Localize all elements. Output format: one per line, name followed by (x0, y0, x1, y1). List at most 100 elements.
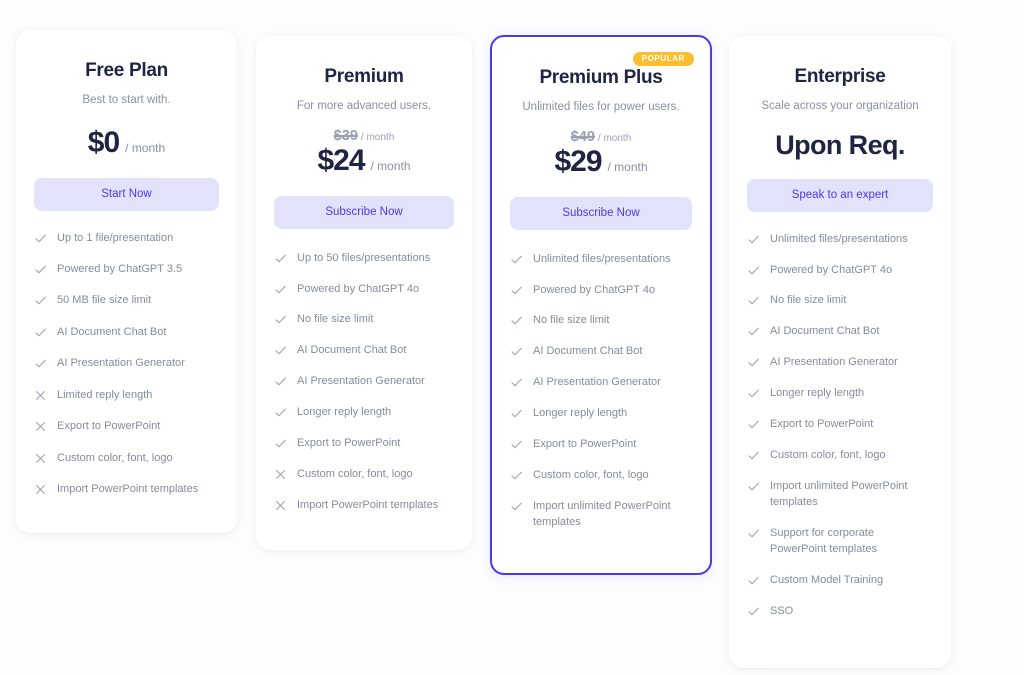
feature-label: Import PowerPoint templates (57, 483, 199, 496)
check-icon (510, 345, 523, 358)
feature-label: AI Presentation Generator (770, 356, 898, 369)
pricing-card-premium: Premium For more advanced users. $39/ mont… (256, 36, 472, 550)
feature-item: AI Document Chat Bot (747, 324, 933, 340)
feature-item: AI Document Chat Bot (274, 343, 454, 359)
check-icon (274, 375, 287, 388)
feature-item: No file size limit (510, 313, 692, 329)
feature-label: Support for corporate PowerPoint templat… (770, 526, 877, 555)
feature-list-free: Up to 1 file/presentation Powered by Chat… (34, 231, 219, 498)
feature-item: Longer reply length (510, 406, 692, 422)
pricing-card-enterprise: Enterprise Scale across your organization… (729, 36, 951, 668)
feature-item: Import unlimited PowerPoint templates (510, 499, 692, 531)
cross-icon (34, 420, 47, 433)
current-price: $29 (554, 144, 602, 178)
pricing-card-free: Free Plan Best to start with. $0 / month Sta… (16, 30, 237, 533)
plan-name-enterprise: Enterprise (794, 66, 886, 87)
feature-label: No file size limit (533, 314, 610, 327)
check-icon (34, 263, 47, 276)
feature-list-premium-plus: Unlimited files/presentations Powered by … (510, 252, 692, 531)
current-price: $24 (317, 143, 365, 177)
feature-label: Import PowerPoint templates (297, 499, 439, 512)
feature-label: Limited reply length (57, 388, 153, 401)
feature-item: AI Presentation Generator (510, 375, 692, 391)
price-block-premium: $39/ month $24/ month (274, 128, 454, 176)
cta-button-enterprise[interactable]: Speak to an expert (747, 178, 933, 212)
plan-name-premium-plus: Premium Plus (539, 67, 663, 88)
check-icon (510, 500, 523, 513)
feature-label: AI Presentation Generator (297, 375, 425, 388)
current-price-row: $0 / month (34, 127, 219, 158)
cta-button-premium-plus[interactable]: Subscribe Now (510, 196, 692, 230)
cta-button-premium[interactable]: Subscribe Now (274, 195, 454, 229)
feature-item: AI Document Chat Bot (34, 325, 219, 341)
original-price: $49 (570, 128, 595, 145)
price-block-free: $0 / month (34, 127, 219, 158)
plan-tagline-free: Best to start with. (82, 94, 171, 106)
check-icon (510, 284, 523, 297)
feature-item: Up to 50 files/presentations (274, 251, 454, 267)
feature-label: AI Document Chat Bot (533, 345, 643, 358)
check-icon (274, 252, 287, 265)
current-price-period: / month (370, 158, 411, 173)
feature-item: Custom color, font, logo (747, 448, 933, 464)
feature-list-enterprise: Unlimited files/presentations Powered by … (747, 232, 933, 620)
check-icon (274, 437, 287, 450)
price-block-enterprise: Upon Req. (747, 129, 933, 160)
cross-icon (34, 452, 47, 465)
check-icon (747, 325, 760, 338)
feature-item: Export to PowerPoint (510, 437, 692, 453)
check-icon (274, 283, 287, 296)
feature-label: Export to PowerPoint (533, 438, 637, 451)
plan-tagline-premium: For more advanced users. (296, 100, 432, 112)
check-icon (747, 264, 760, 277)
check-icon (34, 232, 47, 245)
feature-label: Custom Model Training (770, 573, 884, 586)
plan-tagline-enterprise: Scale across your organization (761, 100, 919, 112)
feature-label: Powered by ChatGPT 4o (297, 282, 420, 295)
feature-label: No file size limit (770, 294, 847, 307)
feature-label: AI Presentation Generator (57, 357, 185, 370)
current-price-row: Upon Req. (747, 129, 933, 160)
feature-label: Export to PowerPoint (770, 418, 874, 431)
feature-label: Unlimited files/presentations (770, 232, 908, 245)
current-price-period: / month (125, 140, 166, 155)
feature-item: Unlimited files/presentations (510, 252, 692, 268)
feature-label: Custom color, font, logo (533, 469, 649, 482)
check-icon (747, 605, 760, 618)
check-icon (747, 449, 760, 462)
feature-label: Up to 1 file/presentation (57, 231, 174, 244)
check-icon (747, 527, 760, 540)
original-price-row: $49/ month (510, 129, 692, 145)
check-icon (747, 387, 760, 400)
feature-item: Support for corporate PowerPoint templat… (747, 526, 933, 558)
feature-label: 50 MB file size limit (57, 294, 152, 307)
current-price-row: $24 / month (274, 143, 454, 177)
check-icon (274, 344, 287, 357)
original-price: $39 (333, 127, 358, 144)
feature-item: Longer reply length (274, 405, 454, 421)
feature-label: Custom color, font, logo (770, 449, 886, 462)
check-icon (510, 253, 523, 266)
feature-label: Longer reply length (770, 387, 865, 400)
check-icon (510, 314, 523, 327)
cta-button-free[interactable]: Start Now (34, 177, 219, 211)
feature-label: No file size limit (297, 313, 374, 326)
feature-item: SSO (747, 604, 933, 620)
check-icon (747, 233, 760, 246)
check-icon (510, 376, 523, 389)
feature-label: AI Document Chat Bot (297, 344, 407, 357)
current-price: Upon Req. (775, 129, 905, 160)
feature-item: 50 MB file size limit (34, 293, 219, 309)
feature-item: Custom color, font, logo (34, 451, 219, 467)
popular-badge-wrapper: POPULAR (632, 48, 694, 66)
feature-label: Export to PowerPoint (297, 437, 401, 450)
plan-tagline-premium-plus: Unlimited files for power users. (522, 101, 680, 113)
feature-item: Limited reply length (34, 388, 219, 404)
feature-label: Export to PowerPoint (57, 420, 161, 433)
feature-label: Powered by ChatGPT 3.5 (57, 263, 183, 276)
original-price-period: / month (360, 131, 395, 143)
check-icon (274, 406, 287, 419)
feature-item: Export to PowerPoint (34, 419, 219, 435)
check-icon (747, 574, 760, 587)
price-block-premium-plus: $49/ month $29/ month (510, 129, 692, 177)
